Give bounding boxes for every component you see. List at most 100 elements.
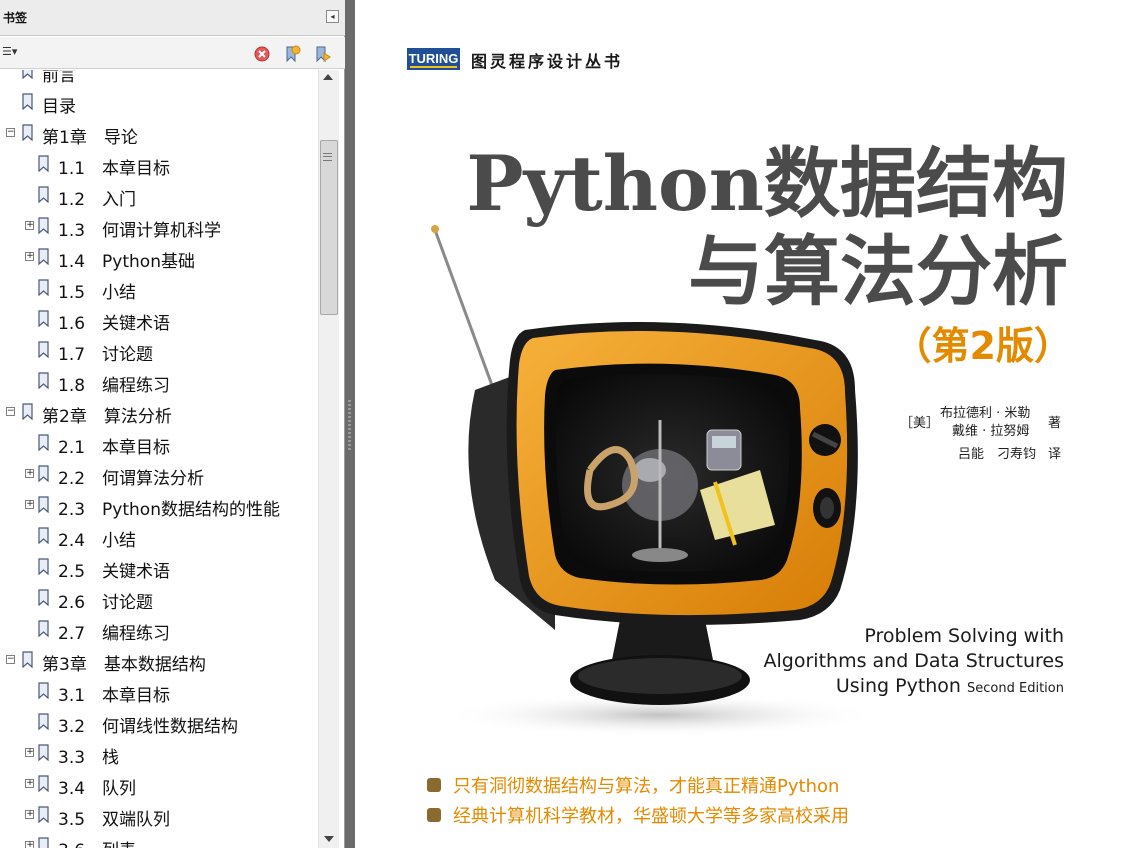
bookmark-icon	[38, 806, 49, 823]
bookmarks-panel: 书签 ◂ ☰▾ 前言目录 − 第1章 导论 1.1 本章目标 1.2 入门 +1.3 何谓…	[0, 0, 345, 848]
bookmark-item[interactable]: 1.1 本章目标	[0, 153, 318, 179]
bookmark-icon	[22, 403, 33, 420]
bookmark-item[interactable]: +3.4 队列	[0, 773, 318, 799]
expand-icon[interactable]: +	[25, 748, 35, 757]
bookmark-label: 2.3 Python数据结构的性能	[58, 500, 280, 520]
translators: 吕能 刁寿钧	[958, 447, 1037, 462]
bookmark-label: 第2章 算法分析	[42, 407, 172, 427]
expand-bookmark-icon[interactable]	[314, 45, 332, 63]
bookmark-label: 1.3 何谓计算机科学	[58, 221, 222, 241]
collapse-icon[interactable]: −	[6, 128, 15, 137]
bookmark-item[interactable]: 2.5 关键术语	[0, 556, 318, 582]
bookmarks-scrollbar[interactable]	[318, 70, 339, 848]
english-edition: Second Edition	[967, 681, 1064, 696]
bookmark-icon	[38, 310, 49, 327]
expand-icon[interactable]: +	[25, 810, 35, 819]
bookmark-item[interactable]: 2.6 讨论题	[0, 587, 318, 613]
expand-icon[interactable]: +	[25, 841, 35, 848]
bookmark-item[interactable]: 前言	[0, 70, 318, 86]
author-1: 布拉德利 · 米勒	[940, 406, 1031, 421]
bookmark-label: 2.5 关键术语	[58, 562, 171, 582]
bookmark-item[interactable]: − 第3章 基本数据结构	[0, 649, 318, 675]
feature-bullet-1: 只有洞彻数据结构与算法，才能真正精通Python	[427, 772, 839, 798]
bookmark-item[interactable]: − 第1章 导论	[0, 122, 318, 148]
author-nationality: ［美］	[900, 416, 940, 431]
bookmark-label: 3.2 何谓线性数据结构	[58, 717, 239, 737]
bookmark-icon	[38, 279, 49, 296]
feature-bullet-2: 经典计算机科学教材，华盛顿大学等多家高校采用	[427, 802, 849, 828]
bookmark-icon	[22, 70, 33, 79]
bookmark-item[interactable]: 1.8 编程练习	[0, 370, 318, 396]
bookmark-label: 1.5 小结	[58, 283, 137, 303]
translator-role: 译	[1048, 447, 1062, 462]
bookmark-label: 2.2 何谓算法分析	[58, 469, 205, 489]
expand-icon[interactable]: +	[25, 252, 35, 261]
expand-icon[interactable]: +	[25, 500, 35, 509]
bookmark-icon	[38, 620, 49, 637]
bookmark-item[interactable]: +3.3 栈	[0, 742, 318, 768]
edition-label: （第2版）	[893, 324, 1072, 368]
delete-bookmark-icon[interactable]	[253, 45, 271, 63]
bookmark-label: 2.6 讨论题	[58, 593, 154, 613]
bookmark-icon	[38, 837, 49, 848]
bookmark-label: 前言	[42, 70, 76, 86]
bookmark-item[interactable]: +3.5 双端队列	[0, 804, 318, 830]
bookmark-item[interactable]: 目录	[0, 91, 318, 117]
bookmark-label: 1.7 讨论题	[58, 345, 154, 365]
collapse-icon[interactable]: −	[6, 407, 15, 416]
new-bookmark-icon[interactable]	[283, 45, 301, 63]
english-title-line2: Algorithms and Data Structures	[763, 650, 1064, 672]
document-page: TURING 图灵程序设计丛书 Python数据结构 与算法分析 （第2版） ［…	[355, 0, 1124, 848]
bookmark-item[interactable]: 1.2 入门	[0, 184, 318, 210]
bookmark-icon	[38, 527, 49, 544]
scroll-up-icon[interactable]	[323, 74, 333, 80]
bookmark-icon	[38, 558, 49, 575]
author-2: 戴维 · 拉努姆	[952, 424, 1030, 439]
bookmark-icon	[38, 775, 49, 792]
bookmark-item[interactable]: 3.2 何谓线性数据结构	[0, 711, 318, 737]
bookmark-icon	[38, 372, 49, 389]
bookmark-item[interactable]: 1.5 小结	[0, 277, 318, 303]
expand-icon[interactable]: +	[25, 469, 35, 478]
feature-bullet-2-text: 经典计算机科学教材，华盛顿大学等多家高校采用	[453, 806, 849, 827]
bookmark-icon	[38, 589, 49, 606]
bookmark-item[interactable]: 2.4 小结	[0, 525, 318, 551]
bookmark-item[interactable]: − 第2章 算法分析	[0, 401, 318, 427]
bookmark-label: 1.4 Python基础	[58, 252, 195, 272]
bookmark-item[interactable]: +3.6 列表	[0, 835, 318, 848]
panel-header: 书签 ◂	[0, 0, 345, 36]
bookmark-item[interactable]: +2.2 何谓算法分析	[0, 463, 318, 489]
expand-icon[interactable]: +	[25, 221, 35, 230]
feature-bullet-1-text: 只有洞彻数据结构与算法，才能真正精通Python	[453, 776, 840, 797]
english-title: Problem Solving with Algorithms and Data…	[764, 624, 1064, 701]
bookmark-label: 2.1 本章目标	[58, 438, 171, 458]
english-title-line3: Using Python	[835, 675, 961, 697]
bookmark-item[interactable]: +2.3 Python数据结构的性能	[0, 494, 318, 520]
bookmark-tree: 前言 目录 − 第1章 导论 1.1 本章目标 1.2 入门 +1.3 何谓计算机科学 +1.…	[0, 70, 318, 848]
bookmark-item[interactable]: +1.4 Python基础	[0, 246, 318, 272]
bookmarks-toolbar: ☰▾	[0, 37, 345, 69]
bullet-square-icon	[427, 778, 441, 792]
bookmark-label: 3.5 双端队列	[58, 810, 171, 830]
collapse-icon[interactable]: −	[6, 655, 15, 664]
scroll-down-icon[interactable]	[324, 836, 334, 842]
expand-icon[interactable]: +	[25, 779, 35, 788]
bookmark-icon	[22, 651, 33, 668]
bookmark-item[interactable]: 2.7 编程练习	[0, 618, 318, 644]
scroll-thumb[interactable]	[320, 140, 338, 315]
collapse-panel-button[interactable]: ◂	[326, 10, 339, 23]
bookmark-item[interactable]: +1.3 何谓计算机科学	[0, 215, 318, 241]
bookmark-label: 2.4 小结	[58, 531, 137, 551]
bookmark-item[interactable]: 2.1 本章目标	[0, 432, 318, 458]
bookmark-icon	[38, 713, 49, 730]
bookmark-item[interactable]: 1.6 关键术语	[0, 308, 318, 334]
options-menu-button[interactable]: ☰▾	[2, 45, 28, 61]
bookmark-label: 1.8 编程练习	[58, 376, 171, 396]
bookmark-item[interactable]: 1.7 讨论题	[0, 339, 318, 365]
bookmark-label: 第3章 基本数据结构	[42, 655, 206, 675]
turing-logo: TURING	[407, 48, 460, 70]
bookmark-label: 第1章 导论	[42, 128, 138, 148]
bookmark-icon	[22, 93, 33, 110]
bookmark-label: 1.6 关键术语	[58, 314, 171, 334]
bookmark-item[interactable]: 3.1 本章目标	[0, 680, 318, 706]
